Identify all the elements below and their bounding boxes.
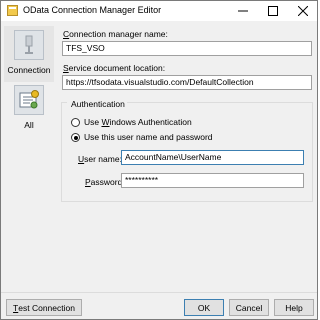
minimize-button[interactable] bbox=[229, 1, 257, 21]
password-input[interactable]: ********** bbox=[121, 173, 304, 188]
window-title: OData Connection Manager Editor bbox=[23, 5, 162, 15]
authentication-title: Authentication bbox=[69, 99, 127, 109]
app-icon bbox=[7, 5, 18, 16]
connection-name-label: Connection manager name: bbox=[63, 29, 168, 39]
close-button[interactable] bbox=[289, 1, 317, 21]
password-label: Password: bbox=[85, 177, 125, 187]
help-button[interactable]: Help bbox=[274, 299, 314, 316]
cancel-button[interactable]: Cancel bbox=[229, 299, 269, 316]
test-connection-button[interactable]: Test Connection bbox=[6, 299, 82, 316]
username-input[interactable]: AccountName\UserName bbox=[121, 150, 304, 165]
connection-icon bbox=[14, 30, 44, 60]
user-pass-label[interactable]: Use this user name and password bbox=[84, 132, 213, 142]
sidebar-item-label: Connection bbox=[7, 65, 51, 75]
username-label: User name: bbox=[78, 154, 122, 164]
minimize-icon bbox=[238, 10, 248, 12]
windows-auth-label[interactable]: Use Windows Authentication bbox=[84, 117, 192, 127]
sidebar-item-connection[interactable]: Connection bbox=[4, 26, 54, 82]
close-icon bbox=[298, 6, 308, 16]
maximize-button[interactable] bbox=[259, 1, 287, 21]
properties-icon bbox=[14, 85, 44, 115]
title-bar[interactable]: OData Connection Manager Editor bbox=[1, 1, 317, 21]
ok-button[interactable]: OK bbox=[184, 299, 224, 316]
sidebar-item-label: All bbox=[24, 120, 34, 130]
service-location-input[interactable]: https://tfsodata.visualstudio.com/Defaul… bbox=[62, 75, 312, 90]
connection-name-input[interactable]: TFS_VSO bbox=[62, 41, 312, 56]
group-border-left bbox=[61, 102, 67, 103]
dialog-window: OData Connection Manager Editor Connecti… bbox=[0, 0, 318, 320]
service-location-label: Service document location: bbox=[63, 63, 166, 73]
maximize-icon bbox=[268, 6, 278, 16]
group-border-right bbox=[125, 102, 313, 103]
footer-divider bbox=[1, 292, 317, 293]
sidebar-item-all[interactable]: All bbox=[4, 81, 54, 137]
windows-auth-radio[interactable] bbox=[71, 118, 80, 127]
user-pass-radio[interactable] bbox=[71, 133, 80, 142]
